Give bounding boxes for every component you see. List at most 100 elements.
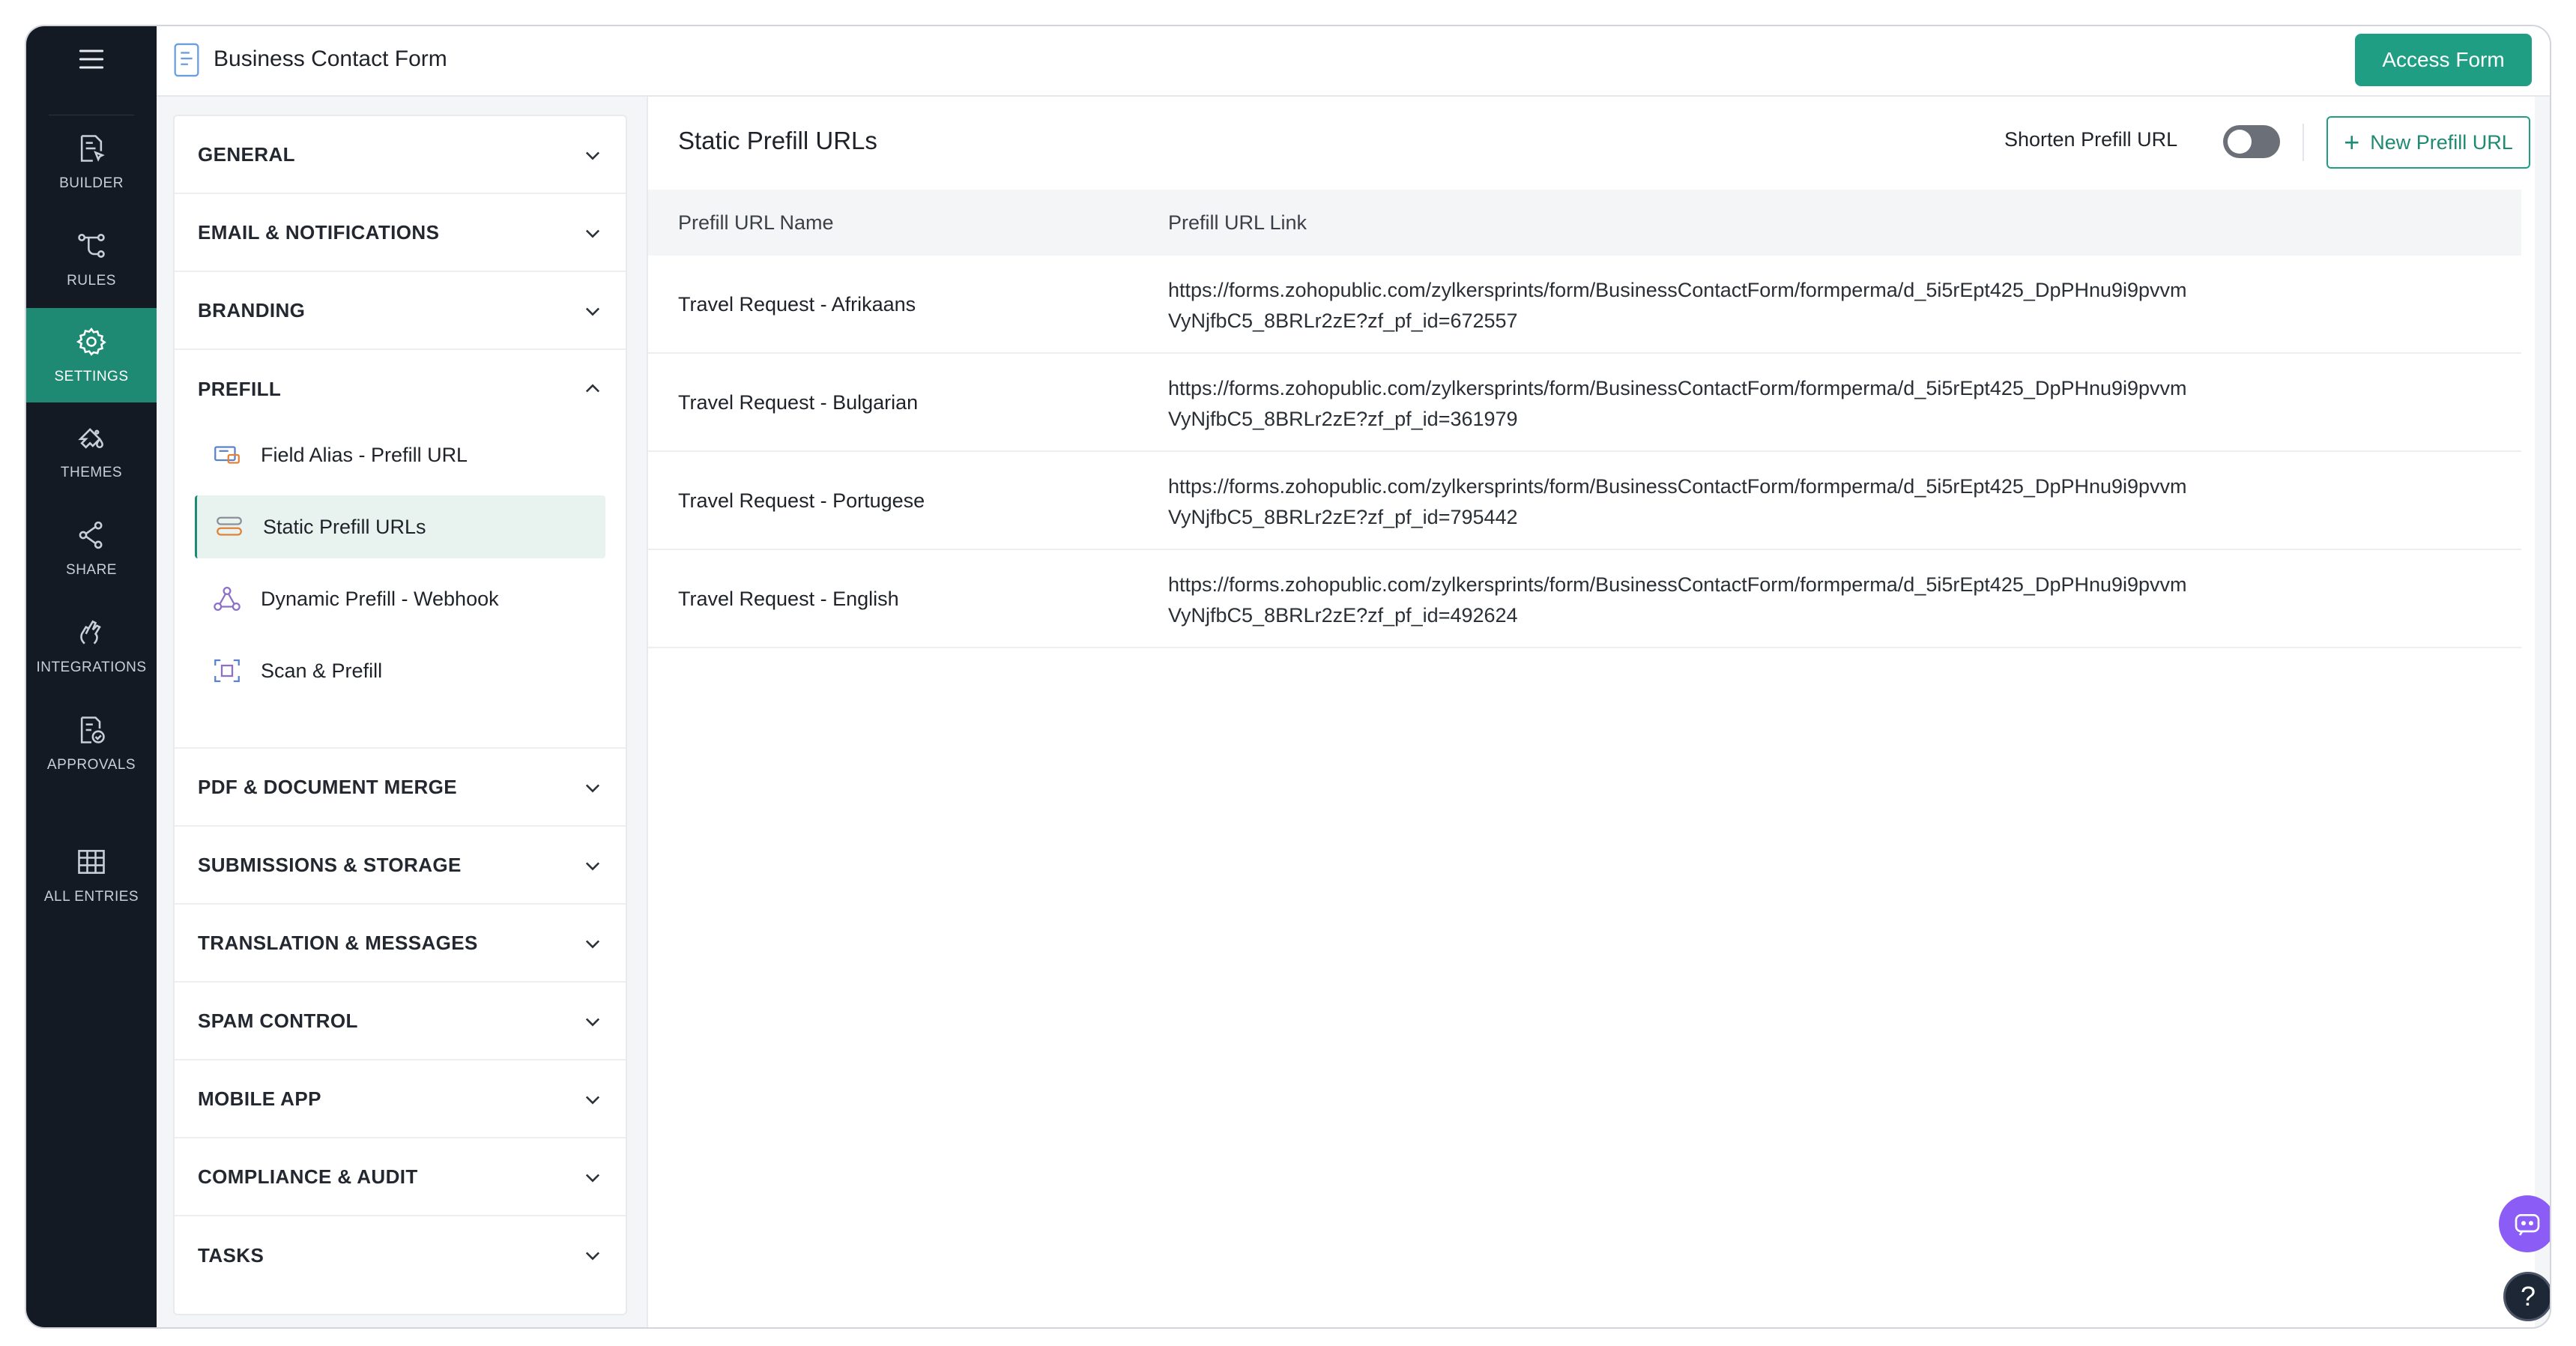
prefill-item-field-alias[interactable]: Field Alias - Prefill URL: [195, 423, 605, 486]
prefill-url-name: Travel Request - Bulgarian: [678, 391, 919, 414]
form-document-icon: [174, 43, 199, 77]
rail-item-approvals[interactable]: APPROVALS: [26, 698, 157, 789]
left-rail: BUILDER RULES SETTINGS THEMES SHARE INTE…: [26, 26, 157, 1327]
hamburger-icon: [79, 49, 104, 69]
rail-item-share[interactable]: SHARE: [26, 503, 157, 594]
prefill-item-label: Scan & Prefill: [261, 659, 383, 682]
hamburger-menu-button[interactable]: [26, 26, 157, 92]
url-line: VyNjfbC5_8BRLr2zE?zf_pf_id=795442: [1168, 506, 1518, 528]
prefill-item-dynamic-webhook[interactable]: Dynamic Prefill - Webhook: [195, 567, 605, 630]
rail-item-settings[interactable]: SETTINGS: [26, 308, 157, 402]
section-label: PREFILL: [198, 377, 282, 400]
chevron-down-icon: [585, 1174, 600, 1183]
approvals-icon: [80, 716, 105, 743]
section-label: TRANSLATION & MESSAGES: [198, 931, 478, 954]
table-row[interactable]: Travel Request - Portugese https://forms…: [648, 452, 2521, 550]
static-prefill-panel: Static Prefill URLs Shorten Prefill URL …: [647, 97, 2535, 1327]
section-label: TASKS: [198, 1243, 264, 1267]
rail-item-integrations[interactable]: INTEGRATIONS: [26, 600, 157, 692]
section-branding[interactable]: BRANDING: [175, 272, 626, 350]
chevron-down-icon: [585, 862, 600, 871]
table-row[interactable]: Travel Request - Bulgarian https://forms…: [648, 354, 2521, 452]
new-prefill-url-label: New Prefill URL: [2370, 130, 2513, 154]
prefill-url-link[interactable]: https://forms.zohopublic.com/zylkersprin…: [1168, 471, 2307, 533]
section-tasks[interactable]: TASKS: [175, 1216, 626, 1294]
prefill-item-label: Static Prefill URLs: [263, 515, 426, 538]
chevron-down-icon: [585, 940, 600, 949]
prefill-url-name: Travel Request - Afrikaans: [678, 293, 916, 316]
prefill-item-static-prefill-urls[interactable]: Static Prefill URLs: [195, 495, 605, 558]
chevron-down-icon: [585, 229, 600, 238]
plus-icon: +: [2344, 127, 2360, 157]
settings-accordion: GENERAL EMAIL & NOTIFICATIONS BRANDING P…: [173, 115, 627, 1315]
chevron-down-icon: [585, 1252, 600, 1261]
rail-item-rules[interactable]: RULES: [26, 214, 157, 305]
chevron-down-icon: [585, 1096, 600, 1105]
prefill-url-link[interactable]: https://forms.zohopublic.com/zylkersprin…: [1168, 373, 2307, 435]
rail-item-themes[interactable]: THEMES: [26, 405, 157, 497]
app-window: BUILDER RULES SETTINGS THEMES SHARE INTE…: [25, 25, 2551, 1329]
prefill-url-link[interactable]: https://forms.zohopublic.com/zylkersprin…: [1168, 275, 2307, 336]
section-label: GENERAL: [198, 142, 295, 166]
rail-item-label: SHARE: [66, 562, 117, 578]
prefill-item-label: Field Alias - Prefill URL: [261, 443, 468, 466]
rail-item-label: APPROVALS: [46, 757, 136, 773]
column-header-name: Prefill URL Name: [678, 211, 834, 234]
rail-item-all-entries[interactable]: ALL ENTRIES: [26, 830, 157, 921]
table-row[interactable]: Travel Request - English https://forms.z…: [648, 550, 2521, 648]
url-line: https://forms.zohopublic.com/zylkersprin…: [1168, 475, 2187, 498]
webhook-icon: [214, 586, 241, 612]
chat-bot-icon: [2515, 1214, 2540, 1236]
shorten-url-label: Shorten Prefill URL: [2004, 128, 2178, 151]
share-icon: [79, 521, 103, 549]
prefill-url-link[interactable]: https://forms.zohopublic.com/zylkersprin…: [1168, 570, 2307, 631]
themes-icon: [78, 428, 103, 449]
builder-icon: [80, 135, 105, 162]
section-pdf-document-merge[interactable]: PDF & DOCUMENT MERGE: [175, 749, 626, 827]
section-prefill[interactable]: PREFILL: [175, 350, 626, 428]
help-button[interactable]: ?: [2503, 1272, 2550, 1321]
chevron-down-icon: [585, 1018, 600, 1027]
table-header: Prefill URL Name Prefill URL Link: [648, 190, 2521, 256]
section-mobile-app[interactable]: MOBILE APP: [175, 1060, 626, 1138]
rail-item-label: BUILDER: [59, 175, 124, 191]
section-label: PDF & DOCUMENT MERGE: [198, 775, 457, 798]
form-title: Business Contact Form: [214, 46, 447, 71]
rail-item-label: SETTINGS: [54, 369, 129, 384]
url-line: VyNjfbC5_8BRLr2zE?zf_pf_id=361979: [1168, 408, 1518, 430]
shorten-url-toggle[interactable]: [2223, 125, 2280, 158]
gear-icon: [76, 328, 106, 356]
access-form-button[interactable]: Access Form: [2355, 34, 2532, 86]
integrations-icon: [80, 620, 101, 645]
section-compliance-audit[interactable]: COMPLIANCE & AUDIT: [175, 1138, 626, 1216]
table-row[interactable]: Travel Request - Afrikaans https://forms…: [648, 256, 2521, 354]
prefill-item-scan-prefill[interactable]: Scan & Prefill: [195, 639, 605, 702]
section-spam-control[interactable]: SPAM CONTROL: [175, 983, 626, 1060]
chevron-down-icon: [585, 307, 600, 316]
url-line: https://forms.zohopublic.com/zylkersprin…: [1168, 377, 2187, 399]
section-general[interactable]: GENERAL: [175, 116, 626, 194]
section-label: COMPLIANCE & AUDIT: [198, 1165, 418, 1188]
top-bar: Business Contact Form Access Form: [157, 26, 2550, 97]
url-line: VyNjfbC5_8BRLr2zE?zf_pf_id=492624: [1168, 604, 1518, 627]
rail-item-label: ALL ENTRIES: [43, 889, 139, 905]
field-alias-icon: [214, 446, 240, 464]
url-line: https://forms.zohopublic.com/zylkersprin…: [1168, 279, 2187, 301]
table-icon: [78, 850, 105, 874]
chat-assistant-button[interactable]: [2499, 1195, 2550, 1252]
section-submissions-storage[interactable]: SUBMISSIONS & STORAGE: [175, 827, 626, 905]
header-separator: [2303, 124, 2304, 161]
new-prefill-url-button[interactable]: + New Prefill URL: [2326, 116, 2530, 169]
chevron-down-icon: [585, 784, 600, 793]
toggle-knob: [2228, 130, 2252, 154]
prefill-url-name: Travel Request - Portugese: [678, 489, 925, 512]
rules-icon: [78, 234, 105, 258]
url-line: VyNjfbC5_8BRLr2zE?zf_pf_id=672557: [1168, 310, 1518, 332]
page-title: Static Prefill URLs: [678, 127, 877, 154]
section-label: SPAM CONTROL: [198, 1009, 358, 1032]
section-translation-messages[interactable]: TRANSLATION & MESSAGES: [175, 905, 626, 983]
section-email-notifications[interactable]: EMAIL & NOTIFICATIONS: [175, 194, 626, 272]
rail-item-label: RULES: [67, 273, 116, 289]
url-line: https://forms.zohopublic.com/zylkersprin…: [1168, 573, 2187, 596]
rail-item-builder[interactable]: BUILDER: [26, 116, 157, 208]
